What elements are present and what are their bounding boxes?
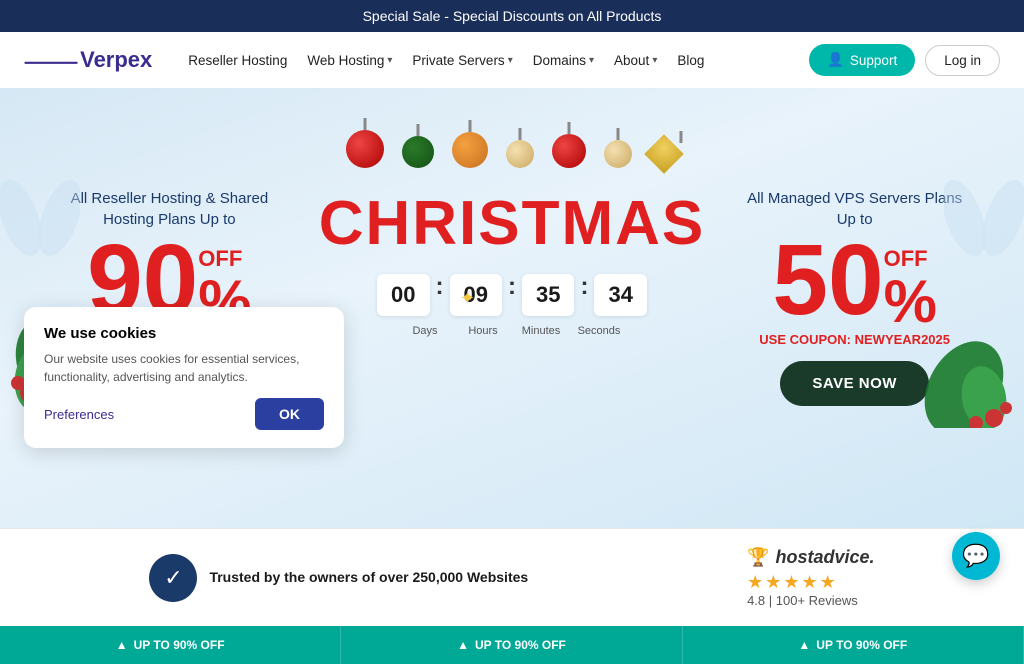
ornament-3 — [452, 132, 488, 168]
support-icon: 👤 — [827, 52, 844, 68]
support-button[interactable]: 👤 Support — [809, 44, 915, 76]
right-discount-suffix: OFF % — [884, 230, 937, 332]
navigation: ⸻ Verpex Reseller Hosting Web Hosting ▾ … — [0, 32, 1024, 88]
arrow-up-icon: ▲ — [116, 638, 128, 652]
right-discount-number: 50 — [772, 230, 883, 330]
chevron-down-icon: ▾ — [652, 55, 657, 66]
days-value: 00 — [391, 282, 415, 308]
chevron-down-icon: ▾ — [387, 55, 392, 66]
countdown-days: 00 — [377, 274, 429, 316]
shield-icon: ✓ — [149, 554, 197, 602]
arrow-up-icon-2: ▲ — [457, 638, 469, 652]
chat-button[interactable]: 💬 — [952, 532, 1000, 580]
hostadvice-icon: 🏆 — [747, 547, 769, 568]
top-banner: Special Sale - Special Discounts on All … — [0, 0, 1024, 32]
nav-label: Web Hosting — [307, 53, 384, 68]
banner-text: Special Sale - Special Discounts on All … — [363, 8, 662, 24]
countdown: 00 : 09 : 35 : 34 — [319, 273, 706, 317]
login-label: Log in — [944, 53, 981, 68]
sep-1: : — [436, 273, 444, 317]
ornament-6 — [604, 140, 632, 168]
nav-about[interactable]: About ▾ — [606, 47, 665, 74]
snowflake-left-icon — [0, 168, 80, 268]
seconds-value: 34 — [608, 282, 632, 308]
leaf-right-icon — [924, 318, 1024, 428]
ornament-2 — [402, 136, 434, 168]
nav-domains[interactable]: Domains ▾ — [525, 47, 602, 74]
bottom-promo-bar: ▲ UP TO 90% OFF ▲ UP TO 90% OFF ▲ UP TO … — [0, 626, 1024, 664]
support-label: Support — [850, 53, 897, 68]
promo-label-2: UP TO 90% OFF — [475, 638, 566, 652]
login-button[interactable]: Log in — [925, 45, 1000, 76]
nav-label: Domains — [533, 53, 586, 68]
cookie-actions: Preferences OK — [44, 398, 324, 430]
arrow-up-icon-3: ▲ — [798, 638, 810, 652]
promo-item-3[interactable]: ▲ UP TO 90% OFF — [683, 626, 1024, 664]
seconds-label: Seconds — [573, 325, 625, 337]
hours-label: Hours — [457, 325, 509, 337]
logo[interactable]: ⸻ Verpex — [24, 44, 152, 76]
promo-label-1: UP TO 90% OFF — [134, 638, 225, 652]
promo-label-3: UP TO 90% OFF — [816, 638, 907, 652]
ok-button[interactable]: OK — [255, 398, 324, 430]
nav-label: Private Servers — [412, 53, 504, 68]
minutes-value: 35 — [536, 282, 560, 308]
minutes-label: Minutes — [515, 325, 567, 337]
ornament-4 — [506, 140, 534, 168]
sep-2: : — [508, 273, 516, 317]
promo-item-2[interactable]: ▲ UP TO 90% OFF — [341, 626, 682, 664]
right-save-button[interactable]: SAVE NOW — [780, 361, 929, 406]
sep-3: : — [580, 273, 588, 317]
countdown-seconds: 34 — [594, 274, 646, 316]
promo-item-1[interactable]: ▲ UP TO 90% OFF — [0, 626, 341, 664]
chat-icon: 💬 — [962, 543, 989, 569]
cookie-text: Our website uses cookies for essential s… — [44, 350, 324, 386]
nav-reseller-hosting[interactable]: Reseller Hosting — [180, 47, 295, 74]
chevron-down-icon: ▾ — [508, 55, 513, 66]
chevron-down-icon: ▾ — [589, 55, 594, 66]
nav-label: Reseller Hosting — [188, 53, 287, 68]
ornaments-row — [40, 88, 984, 168]
logo-icon: ⸻ — [24, 44, 78, 76]
nav-label: Blog — [677, 53, 704, 68]
hostadvice-name: hostadvice. — [776, 547, 875, 568]
hero-center: CHRISTMAS 00 : 09 : 35 : 34 Days — [319, 178, 706, 337]
star-icon: ✦ — [460, 288, 475, 309]
christmas-text: CHRISTMAS — [319, 188, 706, 259]
rating-text: 4.8 | 100+ Reviews — [747, 593, 874, 608]
hostadvice-block: 🏆 hostadvice. ★★★★★ 4.8 | 100+ Reviews — [747, 547, 874, 608]
trust-text: Trusted by the owners of over 250,000 We… — [209, 568, 528, 588]
preferences-link[interactable]: Preferences — [44, 407, 114, 422]
nav-private-servers[interactable]: Private Servers ▾ — [404, 47, 520, 74]
right-coupon-prefix: USE COUPON: — [759, 332, 854, 347]
countdown-hours: 09 — [450, 274, 502, 316]
countdown-labels: Days Hours Minutes Seconds — [319, 325, 706, 337]
nav-web-hosting[interactable]: Web Hosting ▾ — [299, 47, 400, 74]
snowflake-right-icon — [944, 168, 1024, 268]
trust-shield-item: ✓ Trusted by the owners of over 250,000 … — [149, 554, 528, 602]
right-discount-block: 50 OFF % — [745, 230, 964, 332]
hostadvice-logo: 🏆 hostadvice. — [747, 547, 874, 568]
logo-text: Verpex — [80, 47, 152, 73]
countdown-minutes: 35 — [522, 274, 574, 316]
nav-actions: 👤 Support Log in — [809, 44, 1000, 76]
ornament-1 — [346, 130, 384, 168]
nav-label: About — [614, 53, 649, 68]
trust-row: ✓ Trusted by the owners of over 250,000 … — [0, 528, 1024, 626]
ornament-5 — [552, 134, 586, 168]
hero-section: ✦ All Reseller Hosting & Shared Hosting … — [0, 88, 1024, 528]
cookie-banner: We use cookies Our website uses cookies … — [24, 307, 344, 448]
cookie-title: We use cookies — [44, 325, 324, 342]
days-label: Days — [399, 325, 451, 337]
stars: ★★★★★ — [747, 572, 874, 593]
nav-blog[interactable]: Blog — [669, 47, 712, 74]
nav-links: Reseller Hosting Web Hosting ▾ Private S… — [180, 47, 789, 74]
